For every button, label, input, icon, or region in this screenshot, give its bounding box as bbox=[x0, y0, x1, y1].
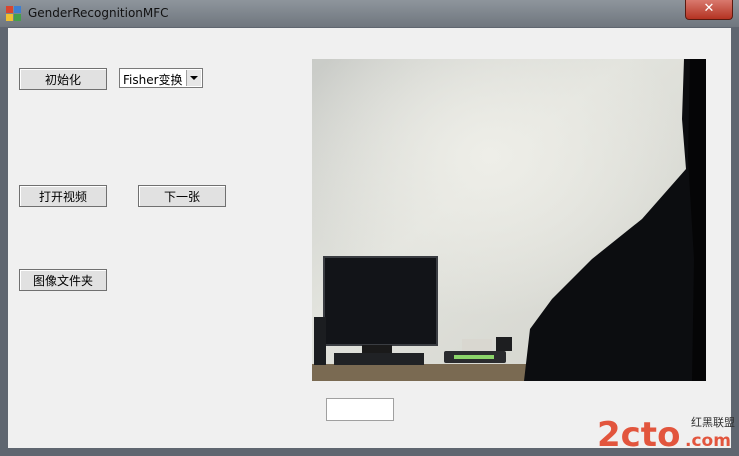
window-title: GenderRecognitionMFC bbox=[28, 6, 169, 20]
close-button[interactable]: ✕ bbox=[685, 0, 733, 20]
chevron-down-icon[interactable] bbox=[186, 70, 201, 86]
init-button[interactable]: 初始化 bbox=[19, 68, 107, 90]
close-icon: ✕ bbox=[703, 1, 715, 16]
watermark-logo: 2cto .com 红黑联盟 bbox=[597, 410, 735, 455]
result-text-field[interactable] bbox=[326, 398, 394, 421]
dialog-client-area: 初始化 Fisher变换 打开视频 下一张 图像文件夹 bbox=[8, 28, 731, 448]
combo-selected-value: Fisher变换 bbox=[123, 73, 183, 87]
image-folder-button[interactable]: 图像文件夹 bbox=[19, 269, 107, 291]
open-video-button[interactable]: 打开视频 bbox=[19, 185, 107, 207]
app-icon bbox=[6, 6, 22, 22]
camera-frame-image bbox=[312, 59, 706, 381]
next-image-button[interactable]: 下一张 bbox=[138, 185, 226, 207]
video-preview bbox=[312, 59, 706, 381]
watermark-tag-text: 红黑联盟 bbox=[691, 416, 735, 429]
watermark-main-text: 2cto bbox=[597, 415, 680, 452]
method-combobox[interactable]: Fisher变换 bbox=[119, 68, 203, 88]
application-window: GenderRecognitionMFC ✕ 初始化 Fisher变换 打开视频… bbox=[0, 0, 739, 456]
watermark-suffix-text: .com bbox=[685, 431, 731, 451]
watermark-2cto-icon: 2cto .com 红黑联盟 bbox=[597, 415, 735, 455]
title-bar[interactable]: GenderRecognitionMFC ✕ bbox=[0, 0, 739, 27]
